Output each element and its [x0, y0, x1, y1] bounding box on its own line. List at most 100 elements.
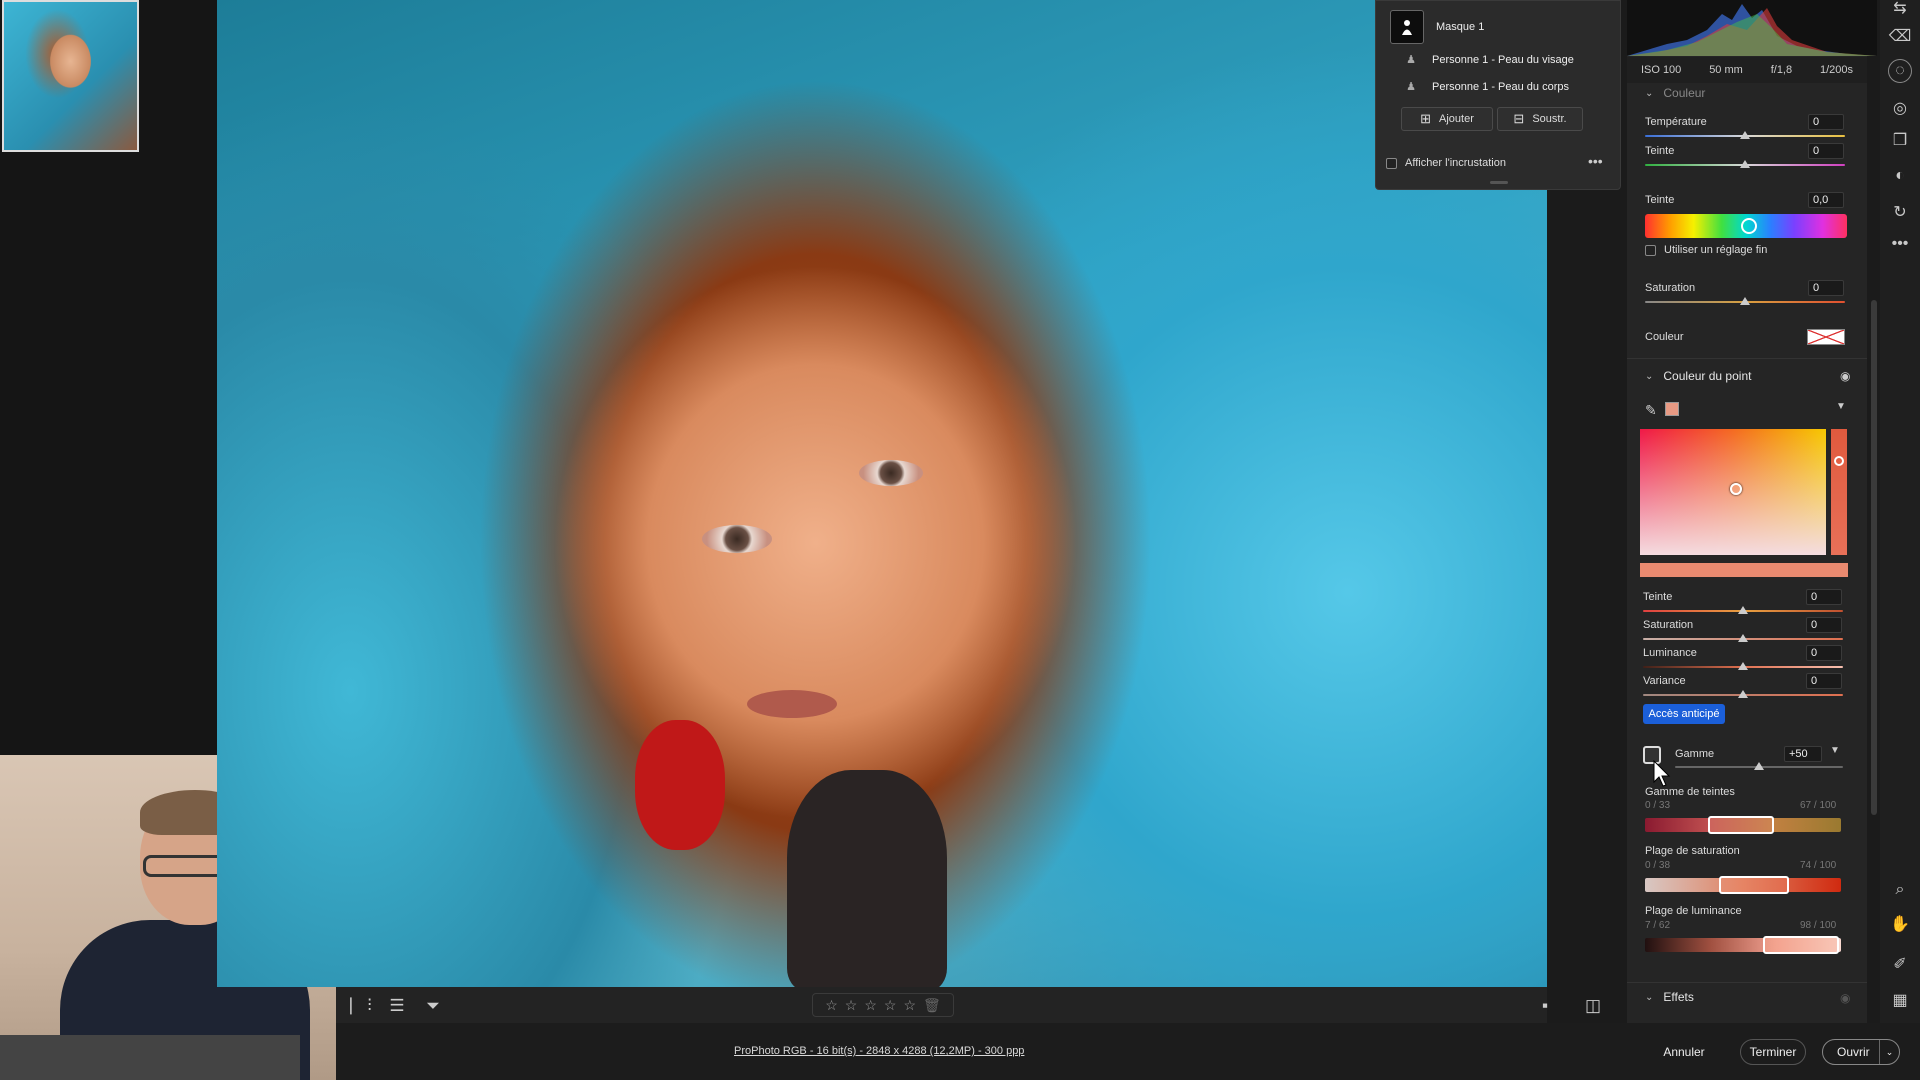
- red-eye-icon[interactable]: ◎: [1888, 96, 1912, 120]
- point-hue-slider-thumb[interactable]: [1738, 606, 1748, 614]
- saturation-value[interactable]: 0: [1808, 280, 1844, 296]
- point-variance-value[interactable]: 0: [1806, 673, 1842, 689]
- portrait-photo[interactable]: [217, 0, 1547, 987]
- more-options-icon[interactable]: •••: [1588, 153, 1603, 169]
- subtract-mask-button[interactable]: ⊟ Soustr.: [1497, 107, 1583, 131]
- color-label: Couleur: [1645, 331, 1684, 343]
- color-picker-knob[interactable]: [1730, 483, 1742, 495]
- star-icon[interactable]: ☆: [864, 997, 877, 1014]
- color-strip-knob[interactable]: [1834, 456, 1844, 466]
- range-value[interactable]: +50: [1784, 746, 1822, 762]
- point-color-title: Couleur du point: [1663, 369, 1752, 383]
- luminance-range-window[interactable]: [1763, 936, 1839, 954]
- tool-rail: ⇆ ⌫ ◌ ◎ ❒ ◐ ↻ ••• ⌕ ✋ ✐ ▦: [1880, 0, 1920, 1080]
- masking-icon[interactable]: ◌: [1888, 59, 1912, 83]
- more-tools-icon[interactable]: •••: [1888, 232, 1912, 256]
- open-dropdown-chevron-icon[interactable]: ⌄: [1879, 1040, 1899, 1064]
- sampled-color-swatch[interactable]: [1665, 402, 1679, 416]
- single-view-icon[interactable]: ▪: [1534, 995, 1556, 1017]
- hue-range-window[interactable]: [1708, 816, 1774, 834]
- layers-icon[interactable]: ❒: [1888, 128, 1912, 152]
- tint-slider-thumb[interactable]: [1740, 160, 1750, 168]
- luminance-range-label: Plage de luminance: [1645, 905, 1742, 917]
- point-luminance-slider-thumb[interactable]: [1738, 662, 1748, 670]
- effects-visibility-eye-icon[interactable]: ◉: [1840, 991, 1850, 1005]
- eraser-icon[interactable]: ⌫: [1888, 24, 1912, 48]
- zoom-icon[interactable]: ⌕: [1888, 878, 1912, 902]
- hue-range-bar[interactable]: [1645, 816, 1841, 834]
- cancel-button[interactable]: Annuler: [1654, 1039, 1714, 1065]
- saturation-range-min: 0 / 38: [1645, 860, 1671, 871]
- image-canvas[interactable]: [217, 0, 1547, 987]
- temperature-slider-thumb[interactable]: [1740, 131, 1750, 139]
- presets-icon[interactable]: ◐: [1888, 164, 1912, 188]
- point-color-header[interactable]: ⌄ Couleur du point: [1645, 369, 1751, 383]
- mask-component-body[interactable]: ♟ Personne 1 - Peau du corps: [1376, 76, 1620, 98]
- section-divider: [1627, 982, 1867, 983]
- sort-icon[interactable]: ☰: [386, 995, 408, 1017]
- filmstrip-toggle-icon[interactable]: ⎸⫶: [350, 995, 372, 1017]
- point-luminance-value[interactable]: 0: [1806, 645, 1842, 661]
- workflow-options-link[interactable]: ProPhoto RGB - 16 bit(s) - 2848 x 4288 (…: [734, 1045, 1024, 1057]
- saturation-slider-thumb[interactable]: [1740, 297, 1750, 305]
- color-picker-field[interactable]: [1640, 429, 1826, 555]
- point-hue-value[interactable]: 0: [1806, 589, 1842, 605]
- exif-bar: ISO 100 50 mm f/1,8 1/200s: [1627, 57, 1867, 83]
- range-slider-thumb[interactable]: [1754, 762, 1764, 770]
- star-icon[interactable]: ☆: [845, 997, 858, 1014]
- color-picker-strip[interactable]: [1831, 429, 1847, 555]
- section-divider: [1627, 358, 1867, 359]
- mask-thumbnail[interactable]: [1390, 10, 1424, 44]
- hue-value[interactable]: 0,0: [1808, 192, 1844, 208]
- temperature-value[interactable]: 0: [1808, 114, 1844, 130]
- edit-icon[interactable]: ⇆: [1888, 0, 1912, 20]
- luminance-range-bar[interactable]: [1645, 936, 1841, 954]
- color-section-header[interactable]: ⌄ Couleur: [1645, 86, 1705, 100]
- photo-red-scrunchie: [635, 720, 725, 850]
- hue-spectrum-bar[interactable]: [1645, 214, 1847, 238]
- star-icon[interactable]: ☆: [903, 997, 916, 1014]
- eyedropper-icon[interactable]: ✎: [1645, 402, 1657, 419]
- effects-section-header[interactable]: ⌄ Effets: [1645, 990, 1694, 1004]
- star-icon[interactable]: ☆: [884, 997, 897, 1014]
- dialog-footer: ProPhoto RGB - 16 bit(s) - 2848 x 4288 (…: [336, 1023, 1920, 1080]
- saturation-range-bar[interactable]: [1645, 876, 1841, 894]
- color-sampler-icon[interactable]: ✐: [1888, 952, 1912, 976]
- trash-icon[interactable]: 🗑: [923, 997, 941, 1014]
- filter-icon[interactable]: ⏷: [422, 995, 444, 1017]
- star-icon[interactable]: ☆: [825, 997, 838, 1014]
- overlay-checkbox[interactable]: [1386, 157, 1397, 169]
- filmstrip-thumbnail[interactable]: [2, 0, 139, 152]
- visibility-eye-icon[interactable]: ◉: [1840, 369, 1850, 383]
- hue-knob[interactable]: [1741, 218, 1757, 234]
- grid-icon[interactable]: ▦: [1888, 988, 1912, 1012]
- range-dropdown-arrow-icon[interactable]: ▼: [1830, 745, 1840, 756]
- done-button[interactable]: Terminer: [1740, 1039, 1806, 1065]
- point-luminance-label: Luminance: [1643, 647, 1697, 659]
- color-swatch-none[interactable]: [1807, 329, 1845, 345]
- add-mask-button[interactable]: ⊞ Ajouter: [1401, 107, 1493, 131]
- point-saturation-value[interactable]: 0: [1806, 617, 1842, 633]
- point-saturation-slider-thumb[interactable]: [1738, 634, 1748, 642]
- mask-component-label: Personne 1 - Peau du corps: [1432, 81, 1569, 93]
- add-icon: ⊞: [1420, 111, 1432, 126]
- mask-row-main[interactable]: Masque 1: [1376, 10, 1620, 44]
- snapshot-icon[interactable]: ↻: [1888, 200, 1912, 224]
- panel-scrollbar[interactable]: [1871, 300, 1877, 815]
- chevron-down-icon: ⌄: [1645, 370, 1654, 382]
- open-button[interactable]: Ouvrir ⌄: [1822, 1039, 1900, 1065]
- mask-component-face[interactable]: ♟ Personne 1 - Peau du visage: [1376, 49, 1620, 71]
- effects-title: Effets: [1663, 990, 1694, 1004]
- hand-icon[interactable]: ✋: [1888, 912, 1912, 936]
- before-after-icon[interactable]: ◫: [1582, 995, 1604, 1017]
- tint-value[interactable]: 0: [1808, 143, 1844, 159]
- panel-resize-handle[interactable]: [1490, 181, 1508, 184]
- star-rating[interactable]: ☆ ☆ ☆ ☆ ☆ 🗑: [812, 993, 954, 1017]
- dropdown-arrow-icon[interactable]: ▼: [1836, 401, 1846, 412]
- overlay-toggle[interactable]: Afficher l'incrustation: [1386, 157, 1506, 169]
- fine-adjust-checkbox[interactable]: [1645, 244, 1656, 256]
- fine-adjust-toggle[interactable]: Utiliser un réglage fin: [1645, 244, 1767, 256]
- point-variance-slider-thumb[interactable]: [1738, 690, 1748, 698]
- saturation-range-window[interactable]: [1719, 876, 1789, 894]
- point-saturation-label: Saturation: [1643, 619, 1694, 631]
